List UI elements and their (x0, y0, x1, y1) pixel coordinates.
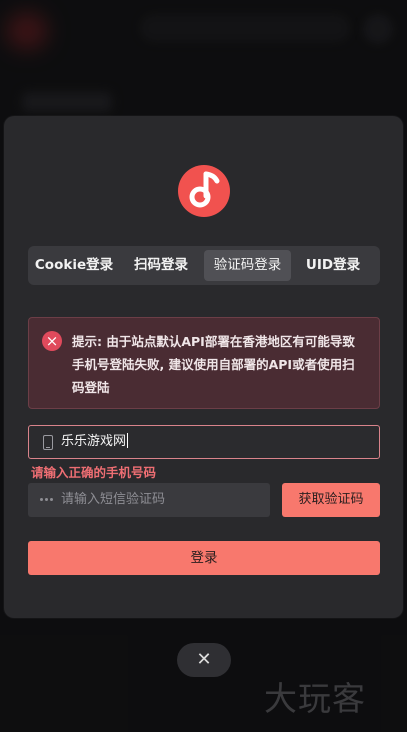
tab-sms-login[interactable]: 验证码登录 (204, 250, 291, 281)
tab-uid-login[interactable]: UID登录 (300, 250, 366, 281)
password-dots-icon (40, 498, 53, 501)
close-dialog-button[interactable]: ✕ (177, 643, 231, 677)
sms-code-placeholder: 请输入短信验证码 (61, 492, 166, 507)
watermark-logo: 大玩客 (264, 679, 366, 718)
get-code-button[interactable]: 获取验证码 (282, 483, 380, 517)
close-icon: ✕ (196, 649, 212, 670)
tab-cookie-login[interactable]: Cookie登录 (34, 250, 114, 281)
sms-code-input[interactable]: 请输入短信验证码 (28, 483, 270, 517)
alert-message: 提示: 由于站点默认API部署在香港地区有可能导致手机号登陆失败, 建议使用自部… (72, 334, 355, 395)
mobile-phone-icon (43, 435, 53, 450)
login-dialog: Cookie登录 扫码登录 验证码登录 UID登录 × 提示: 由于站点默认AP… (4, 116, 403, 618)
warning-alert: × 提示: 由于站点默认API部署在香港地区有可能导致手机号登陆失败, 建议使用… (28, 317, 380, 409)
login-button[interactable]: 登录 (28, 541, 380, 575)
phone-input[interactable]: 乐乐游戏网 (28, 425, 380, 459)
phone-input-value: 乐乐游戏网 (61, 426, 128, 458)
phone-error-message: 请输入正确的手机号码 (31, 465, 157, 480)
tab-qr-login[interactable]: 扫码登录 (126, 250, 196, 281)
music-logo-icon (178, 165, 230, 217)
login-method-tabs: Cookie登录 扫码登录 验证码登录 UID登录 (28, 246, 380, 285)
close-circle-icon: × (42, 331, 62, 351)
